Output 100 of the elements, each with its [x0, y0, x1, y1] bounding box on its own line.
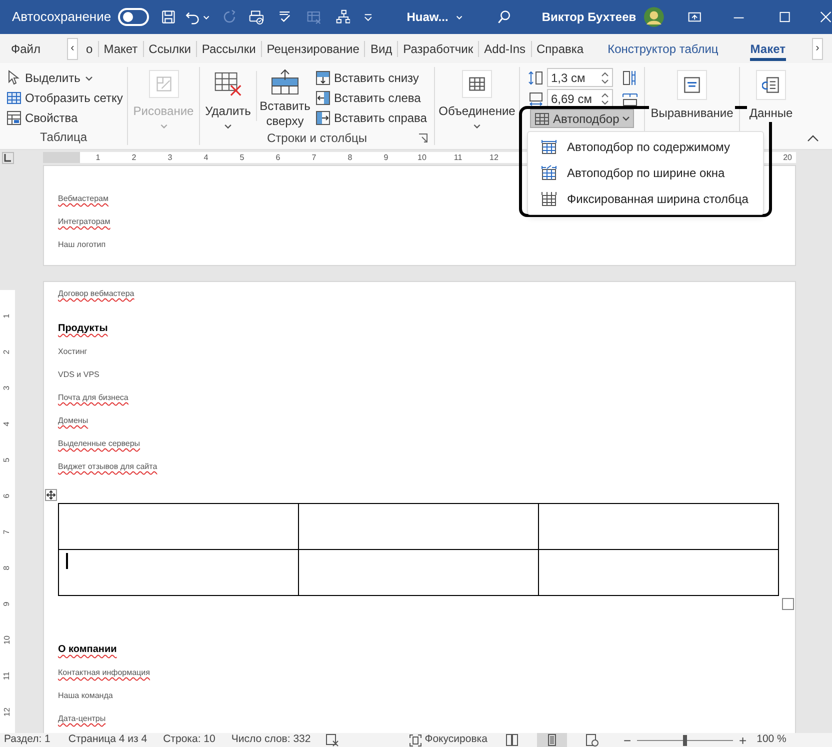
- ruler-number: 4: [202, 154, 210, 162]
- table-cell[interactable]: [298, 550, 538, 596]
- autofit-button[interactable]: Автоподбор: [530, 109, 634, 128]
- distribute-columns-icon[interactable]: [622, 90, 638, 106]
- customize-icon[interactable]: [364, 12, 373, 22]
- table-cell[interactable]: [58, 550, 298, 596]
- avatar-icon[interactable]: [644, 5, 664, 29]
- table-cell[interactable]: [538, 550, 778, 596]
- ribbon-tab[interactable]: Файл: [6, 34, 46, 63]
- ribbon-tab[interactable]: о: [81, 34, 98, 63]
- distribute-rows-icon[interactable]: [622, 70, 638, 86]
- status-text: Раздел: 1: [4, 732, 50, 747]
- resize-handle-icon[interactable]: [782, 598, 794, 610]
- table-autofit-icon: [541, 191, 557, 207]
- ruler-number: 2: [130, 154, 138, 162]
- ribbon-tab[interactable]: Вид: [365, 34, 398, 63]
- table-data-icon: [762, 76, 780, 94]
- insert-below-button[interactable]: Вставить снизу: [315, 68, 427, 88]
- insert-right-button[interactable]: Вставить справа: [315, 108, 427, 128]
- paragraph: VDS и VPS: [58, 368, 100, 380]
- select-button[interactable]: Выделить: [6, 68, 123, 88]
- ruler-number: 3: [166, 154, 174, 162]
- caret-icon: [622, 115, 630, 122]
- tab-scroll-button[interactable]: ›: [812, 38, 823, 60]
- ribbon-tab[interactable]: Справка: [532, 34, 589, 63]
- ribbon-tab[interactable]: Рецензирование: [262, 34, 364, 63]
- insert-left-button[interactable]: Вставить слева: [315, 88, 427, 108]
- status-text: Строка: 10: [163, 732, 216, 747]
- autosave-toggle[interactable]: [118, 8, 149, 26]
- zoom-out-button[interactable]: −: [623, 734, 632, 746]
- move-handle-icon[interactable]: [45, 489, 57, 501]
- ruler-number: 7: [310, 154, 318, 162]
- ribbon-tab[interactable]: Ссылки: [144, 34, 196, 63]
- ruler-number: 2: [4, 350, 12, 354]
- search-icon[interactable]: [496, 8, 512, 26]
- ruler-number: 12: [488, 154, 500, 162]
- printer-icon[interactable]: [248, 8, 264, 26]
- paragraph: Почта для бизнеса: [58, 392, 128, 404]
- table-cell[interactable]: [58, 504, 298, 550]
- hierarchy-icon[interactable]: [336, 8, 350, 26]
- delete-button[interactable]: Удалить: [200, 67, 256, 130]
- zoom-slider[interactable]: [637, 734, 734, 746]
- status-text: Число слов: 332: [231, 732, 311, 747]
- caret-icon: [456, 14, 463, 20]
- cursor-icon: [6, 70, 22, 86]
- menu-item[interactable]: Фиксированная ширина столбца: [528, 186, 763, 212]
- view-button[interactable]: [537, 733, 568, 747]
- merge-button[interactable]: Объединение: [435, 67, 519, 130]
- group-label: Таблица: [40, 129, 88, 146]
- insert-above-button[interactable]: Вставить сверху: [257, 67, 313, 130]
- ribbon-tab[interactable]: Add-Ins: [479, 34, 530, 63]
- cell-alignment-icon: [683, 76, 701, 94]
- caret-icon: [473, 123, 481, 130]
- paragraph: Хостинг: [58, 346, 88, 358]
- ribbon-tab[interactable]: Макет: [98, 34, 143, 63]
- ruler-number: 11: [4, 672, 12, 680]
- maximize-icon[interactable]: [778, 10, 790, 24]
- caret-icon: [85, 74, 94, 82]
- file-name[interactable]: Huaw...: [406, 8, 448, 26]
- paragraph: Интеграторам: [58, 216, 110, 228]
- ribbon-tab[interactable]: Конструктор таблиц: [602, 34, 724, 63]
- caret-icon: [203, 14, 210, 20]
- focus-button[interactable]: Фокусировка: [408, 732, 488, 747]
- status-text: Страница 4 из 4: [68, 732, 148, 747]
- collapse-ribbon-icon[interactable]: [807, 135, 819, 143]
- ruler-number: 7: [4, 530, 12, 534]
- table-cell[interactable]: [538, 504, 778, 550]
- spinner-icon[interactable]: [601, 72, 609, 84]
- properties-button[interactable]: Свойства: [6, 108, 123, 128]
- row-height-field[interactable]: 1,3 см: [547, 68, 613, 87]
- table-cell[interactable]: [298, 504, 538, 550]
- gridlines-button[interactable]: Отобразить сетку: [6, 88, 123, 108]
- ribbon-tab[interactable]: Разработчик: [398, 34, 478, 63]
- ruler-number: 20: [783, 154, 792, 162]
- paragraph: Домены: [58, 414, 88, 426]
- alignment-button[interactable]: Выравнивание: [645, 67, 739, 130]
- close-icon[interactable]: [820, 10, 832, 24]
- ruler-number: 6: [4, 494, 12, 498]
- ruler-number: 12: [4, 708, 12, 716]
- paragraph: Договор вебмастера: [58, 288, 134, 300]
- spinner-icon[interactable]: [601, 92, 609, 104]
- user-name[interactable]: Виктор Бухтеев: [542, 8, 636, 26]
- insert-below-icon: [315, 70, 331, 86]
- zoom-in-button[interactable]: +: [739, 734, 747, 746]
- ribbon-tab[interactable]: Рассылки: [196, 34, 261, 63]
- insert-left-icon: [315, 90, 331, 106]
- table-autofit-icon: [541, 139, 557, 155]
- tab-scroll-button[interactable]: ‹: [67, 38, 78, 60]
- autofit-icon: [534, 110, 550, 126]
- menu-item[interactable]: Автоподбор по ширине окна: [528, 160, 763, 186]
- table-pencil-icon: [154, 75, 172, 94]
- data-button[interactable]: Данные: [740, 67, 802, 130]
- menu-item[interactable]: Автоподбор по содержимому: [528, 134, 763, 160]
- caret-icon: [224, 123, 232, 130]
- paragraph: Наш логотип: [58, 238, 106, 250]
- zoom-percent[interactable]: 100 %: [756, 732, 786, 747]
- tab-stop-icon[interactable]: [2, 152, 14, 164]
- save-icon[interactable]: [160, 8, 176, 26]
- column-width-icon: [528, 90, 544, 106]
- dialog-launcher-icon[interactable]: [418, 133, 428, 143]
